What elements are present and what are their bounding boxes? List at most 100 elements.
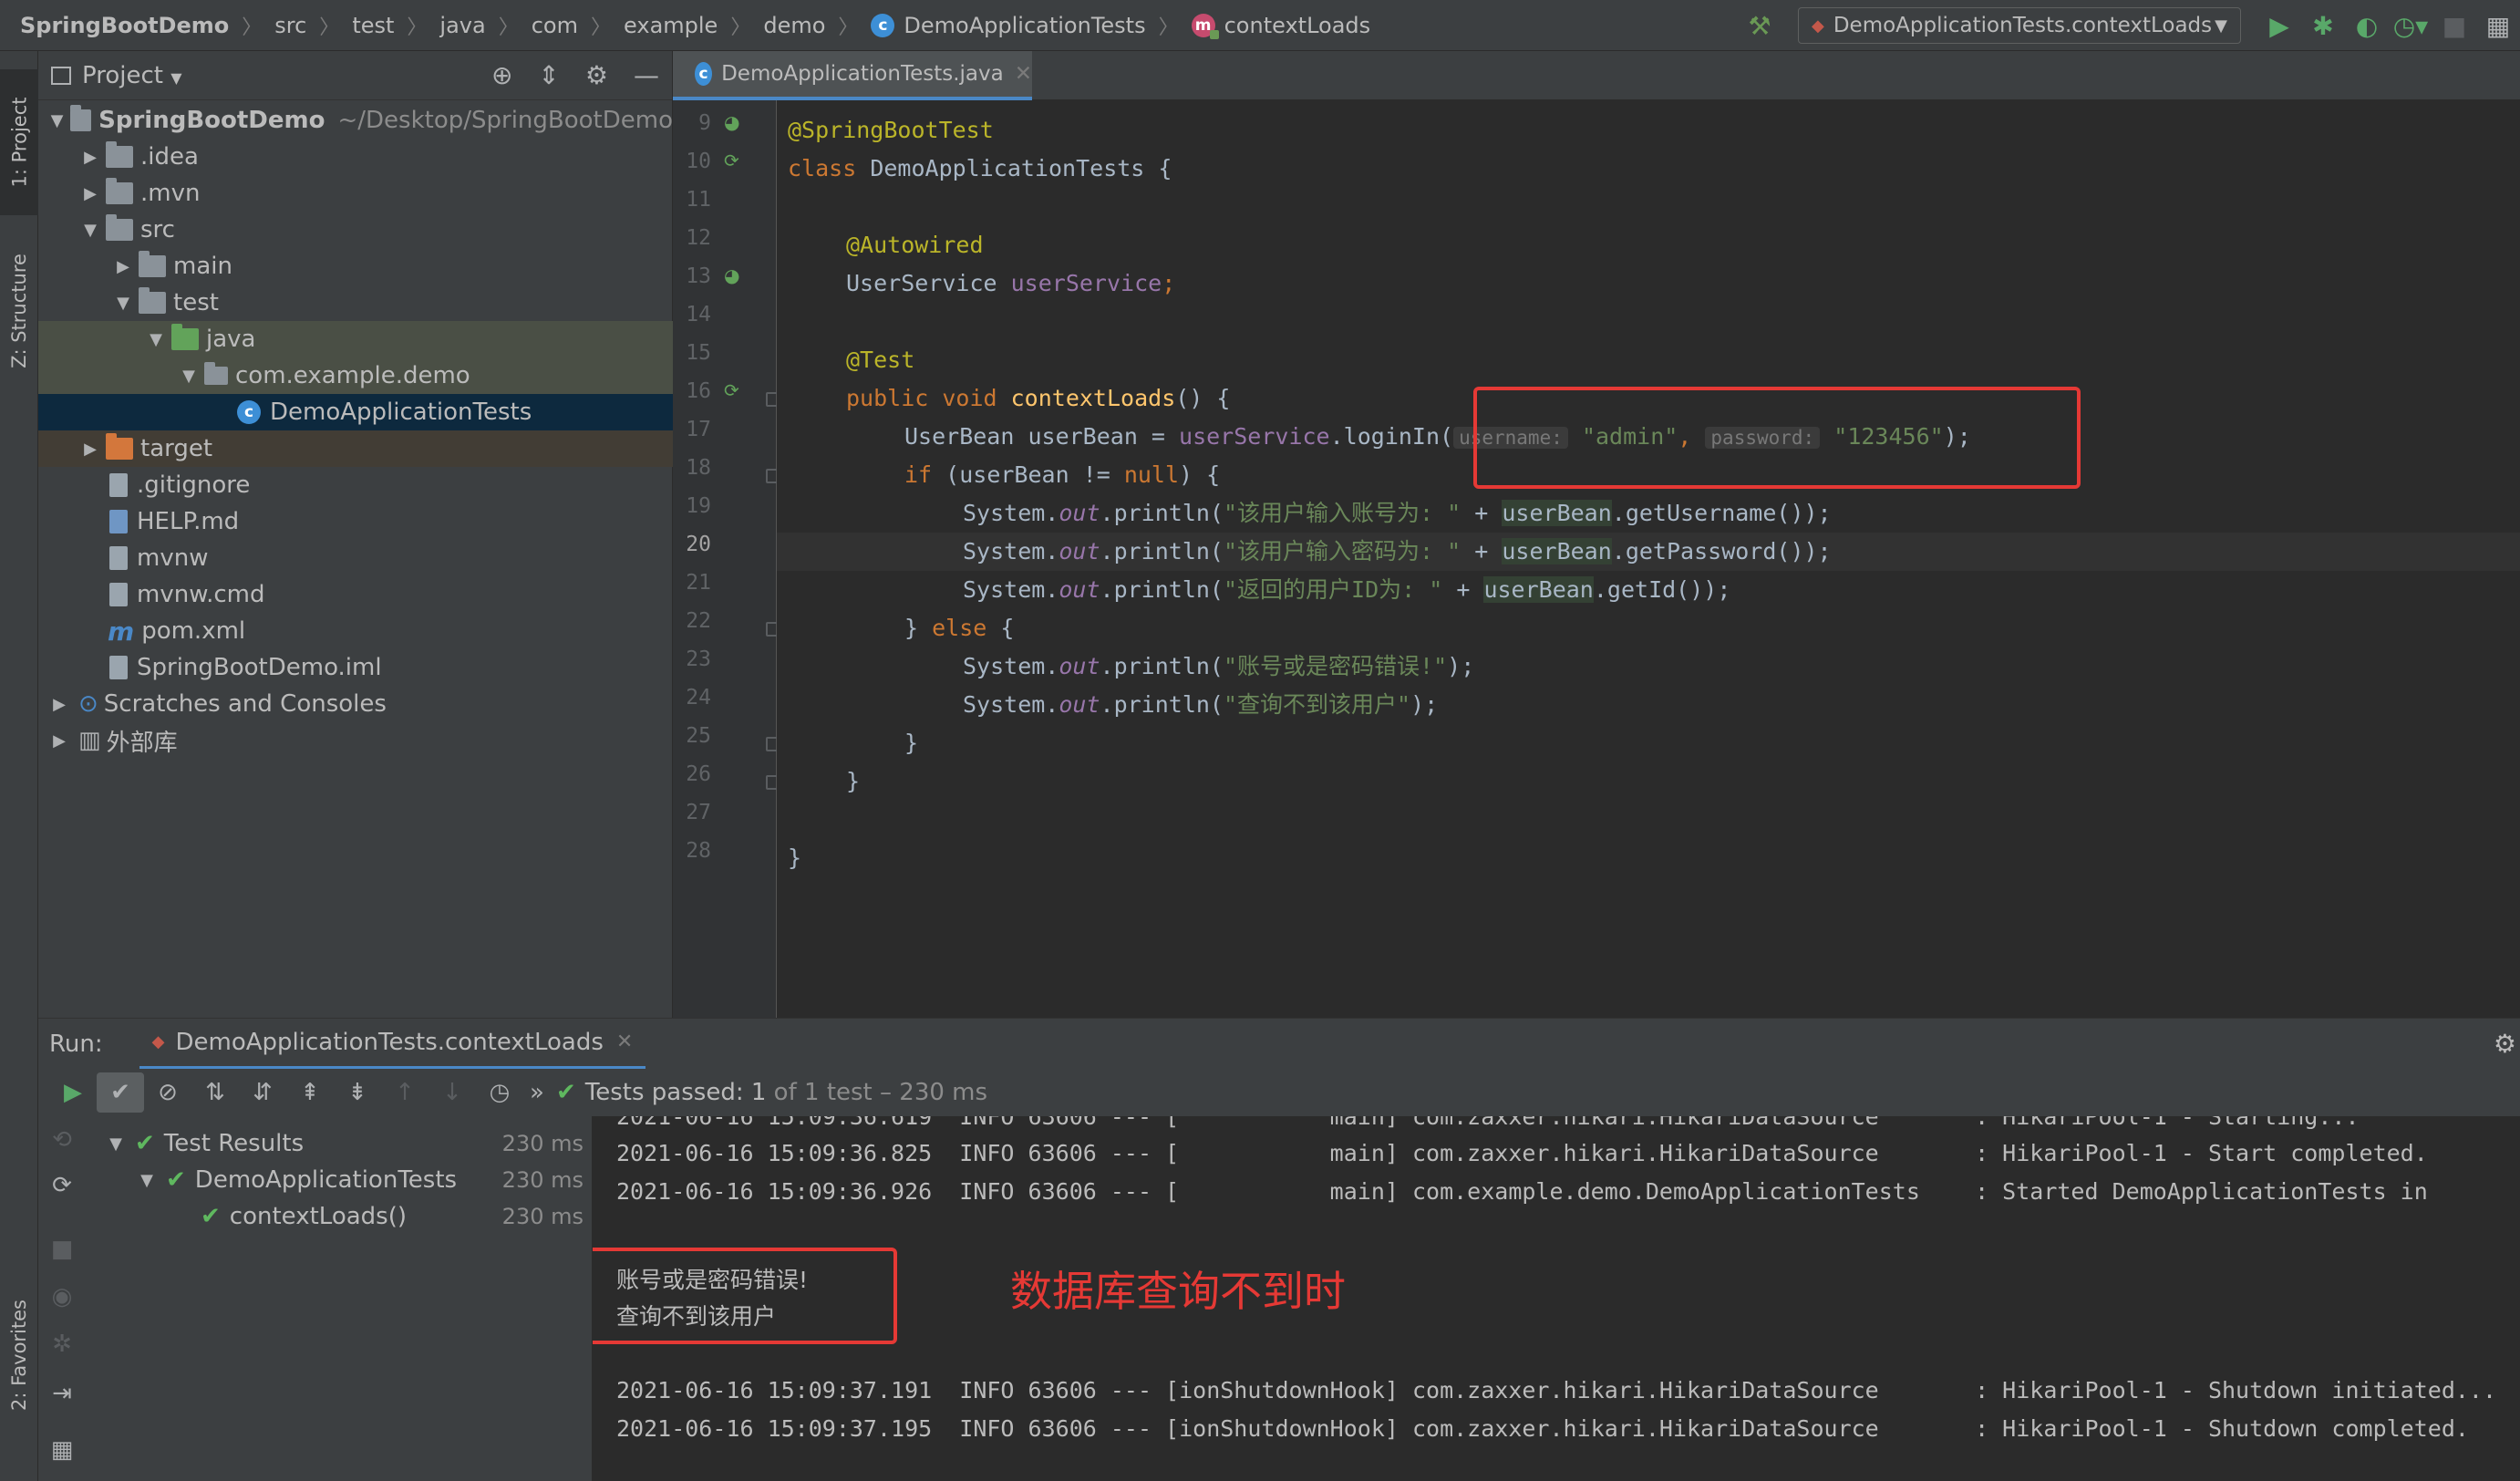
rerun-failed-icon[interactable]: ⟲: [38, 1120, 86, 1160]
export-icon[interactable]: ⇥: [38, 1373, 86, 1414]
project-view-icon: [51, 66, 71, 85]
test-class-node[interactable]: ▼ ✔ DemoApplicationTests 230 ms: [95, 1162, 593, 1198]
chevron-right-icon: 〉: [730, 16, 751, 39]
sort-alpha-icon[interactable]: ⇅: [191, 1072, 239, 1113]
passed-check-icon: ✔: [166, 1166, 186, 1194]
sort-duration-icon[interactable]: ⇵: [239, 1072, 286, 1113]
expand-all-icon[interactable]: ⇞: [286, 1072, 334, 1113]
tree-item-iml[interactable]: SpringBootDemo.iml: [38, 649, 673, 686]
file-icon: [109, 583, 128, 606]
tab-project[interactable]: 1: Project: [0, 69, 38, 215]
folder-icon: [106, 214, 133, 241]
test-method-node[interactable]: ✔ contextLoads() 230 ms: [95, 1198, 593, 1235]
tree-item-idea[interactable]: ▶ .idea: [38, 139, 673, 175]
code-line: System.out.println("该用户输入密码为: " + userBe…: [963, 538, 1832, 564]
highlight-box-output: [593, 1248, 897, 1344]
gear-icon[interactable]: ⚙: [585, 60, 608, 90]
tree-item-package[interactable]: ▼ com.example.demo: [38, 357, 673, 394]
breadcrumb-project[interactable]: SpringBootDemo: [20, 13, 229, 38]
history-icon[interactable]: ◷: [476, 1072, 523, 1113]
run-test-method-icon[interactable]: ⟳: [724, 379, 749, 401]
tree-item-java[interactable]: ▼ java: [38, 321, 673, 357]
previous-failed-icon[interactable]: ↑: [381, 1072, 429, 1113]
breadcrumb-demo[interactable]: demo: [763, 13, 825, 38]
breadcrumb-java[interactable]: java: [439, 13, 485, 38]
project-structure-icon[interactable]: ▦: [2476, 0, 2520, 51]
code-editor[interactable]: @SpringBootTest class DemoApplicationTes…: [777, 100, 2520, 1018]
code-line: } else {: [904, 615, 1015, 641]
close-icon[interactable]: ✕: [616, 1030, 633, 1053]
code-line: @SpringBootTest: [788, 117, 994, 143]
breadcrumb-com[interactable]: com: [532, 13, 578, 38]
chevron-right-icon: 〉: [1158, 16, 1179, 39]
breadcrumb-class[interactable]: c DemoApplicationTests: [871, 12, 1146, 38]
chevron-right-icon: 〉: [407, 16, 428, 39]
chevron-right-icon: 〉: [838, 16, 859, 39]
tree-item-test-class[interactable]: c DemoApplicationTests: [38, 394, 673, 430]
profile-icon[interactable]: ◷▾: [2389, 0, 2432, 51]
test-node-label: contextLoads(): [229, 1203, 407, 1230]
left-tool-strip: 1: Project Z: Structure 2: Favorites: [0, 51, 38, 1481]
tree-item-help[interactable]: HELP.md: [38, 503, 673, 540]
tree-item-scratches[interactable]: ▶ ⊙ Scratches and Consoles: [38, 686, 673, 722]
tree-item-label: mvnw.cmd: [137, 581, 265, 608]
spring-bean-icon[interactable]: ◕: [724, 111, 749, 133]
collapse-all-icon[interactable]: ⇕: [538, 60, 559, 90]
debug-icon[interactable]: ✱: [2301, 0, 2345, 51]
run-icon[interactable]: ▶: [2257, 0, 2301, 51]
settings-icon[interactable]: ✲: [38, 1324, 86, 1364]
tree-item-target[interactable]: ▶ target: [38, 430, 673, 467]
breadcrumb-example[interactable]: example: [624, 13, 718, 38]
layout-icon[interactable]: ▦: [38, 1430, 86, 1470]
minimize-icon[interactable]: —: [634, 60, 659, 90]
next-failed-icon[interactable]: ↓: [429, 1072, 476, 1113]
tree-item-mvnw[interactable]: mvnw: [38, 540, 673, 576]
run-configuration-select[interactable]: ◆ DemoApplicationTests.contextLoads ▼: [1798, 7, 2241, 44]
tree-item-root[interactable]: ▼ SpringBootDemo ~/Desktop/SpringBootDem…: [38, 102, 673, 139]
editor-tab-active[interactable]: c DemoApplicationTests.java ✕: [673, 51, 1032, 100]
show-ignored-icon[interactable]: ⊘: [144, 1072, 191, 1113]
tree-root-name: SpringBootDemo: [98, 107, 325, 134]
console-output[interactable]: 2021-06-16 15:09:36.619 INFO 63606 --- […: [593, 1116, 2520, 1481]
code-line: System.out.println("返回的用户ID为: " + userBe…: [963, 576, 1731, 603]
test-results-root[interactable]: ▼ ✔ Test Results 230 ms: [95, 1125, 593, 1162]
run-test-class-icon[interactable]: ⟳: [724, 150, 749, 171]
toggle-auto-test-icon[interactable]: ⟳: [38, 1165, 86, 1206]
tree-item-gitignore[interactable]: .gitignore: [38, 467, 673, 503]
tree-item-test[interactable]: ▼ test: [38, 285, 673, 321]
collapse-all-icon[interactable]: ⇟: [334, 1072, 381, 1113]
line-number: 19: [686, 494, 711, 518]
breadcrumb-class-label: DemoApplicationTests: [904, 12, 1146, 38]
tab-favorites[interactable]: 2: Favorites: [0, 1273, 38, 1437]
tree-item-mvnw-cmd[interactable]: mvnw.cmd: [38, 576, 673, 613]
collapsed-arrow-icon: ▶: [117, 256, 129, 276]
run-tab[interactable]: ◆ DemoApplicationTests.contextLoads ✕: [139, 1019, 646, 1070]
annotation-label: 数据库查询不到时: [1010, 1267, 1346, 1316]
code-line: }: [846, 768, 861, 794]
tree-item-main[interactable]: ▶ main: [38, 248, 673, 285]
breadcrumb-src[interactable]: src: [274, 13, 306, 38]
stop-icon[interactable]: ■: [38, 1229, 86, 1269]
tab-structure[interactable]: Z: Structure: [0, 233, 38, 388]
stop-icon[interactable]: ■: [2432, 0, 2476, 51]
tree-item-src[interactable]: ▼ src: [38, 212, 673, 248]
coverage-icon[interactable]: ◐: [2345, 0, 2389, 51]
tree-item-mvn[interactable]: ▶ .mvn: [38, 175, 673, 212]
breadcrumb-method[interactable]: m contextLoads: [1191, 13, 1370, 39]
autowired-bean-icon[interactable]: ◕: [724, 264, 749, 286]
rerun-icon[interactable]: ▶: [49, 1072, 97, 1113]
show-passed-icon[interactable]: ✔: [97, 1072, 144, 1113]
camera-icon[interactable]: ◉: [38, 1277, 86, 1317]
gear-icon[interactable]: ⚙: [2494, 1029, 2516, 1059]
more-icon[interactable]: »: [523, 1072, 551, 1113]
test-duration: 230 ms: [501, 1204, 584, 1229]
project-view-select[interactable]: Project ▼: [82, 62, 182, 89]
close-icon[interactable]: ✕: [1015, 62, 1032, 86]
tree-item-libraries[interactable]: ▶ ▥ 外部库: [38, 722, 673, 759]
breadcrumb-test[interactable]: test: [352, 13, 394, 38]
tree-item-pom[interactable]: m pom.xml: [38, 613, 673, 649]
build-hammer-icon[interactable]: ⚒: [1738, 0, 1782, 51]
script-file-icon: [109, 546, 128, 570]
tree-item-label: java: [206, 326, 256, 353]
locate-icon[interactable]: ⊕: [491, 60, 512, 90]
